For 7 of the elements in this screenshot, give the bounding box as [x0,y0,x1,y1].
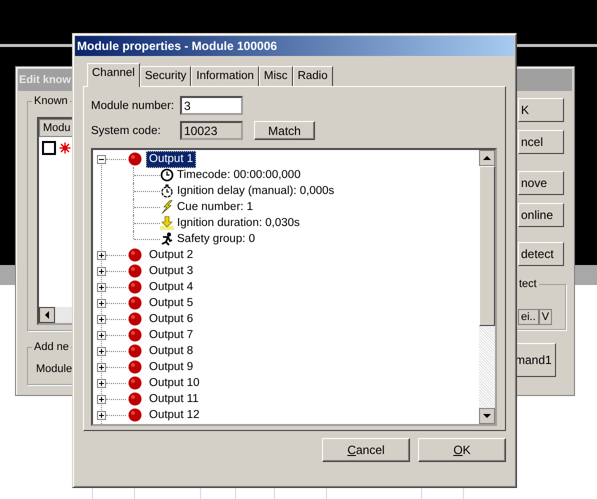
group-label: tect [518,278,538,290]
field-label: System code: [91,124,162,136]
group-label: Known [33,95,69,107]
group-label: Add ne [33,341,70,353]
window-title: Module properties - Module 100006 [75,36,514,56]
field-label: Module [36,363,72,375]
field-label: Module number: [91,100,176,112]
